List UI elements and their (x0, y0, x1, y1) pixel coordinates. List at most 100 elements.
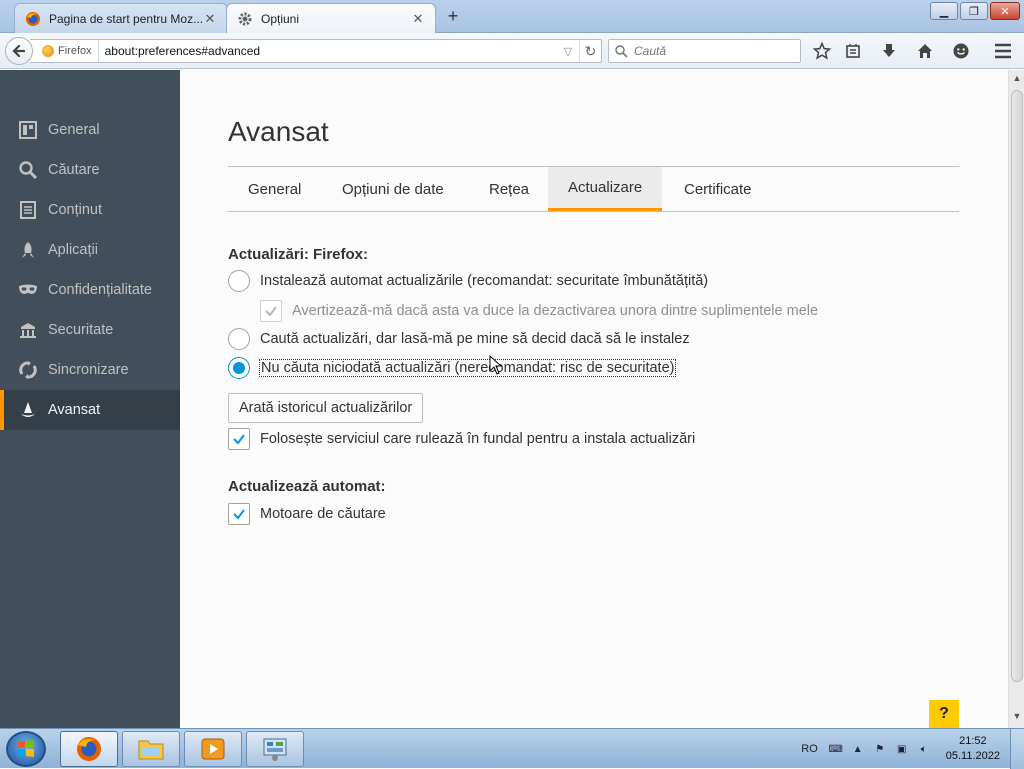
radio-check-but-ask[interactable]: Caută actualizări, dar lasă-mă pe mine s… (228, 328, 690, 350)
sidebar-item-applications[interactable]: Aplicații (0, 230, 180, 270)
taskbar-media-player[interactable] (184, 731, 242, 767)
checkbox-warn-addons[interactable]: Avertizează-mă dacă asta va duce la deza… (260, 300, 818, 322)
tab-mozilla-start[interactable]: Pagina de start pentru Moz... ✕ (14, 3, 228, 33)
checkmark-icon (233, 434, 245, 445)
tab-certificates[interactable]: Certificate (664, 167, 772, 211)
help-button[interactable]: ? (929, 700, 959, 728)
tab-general[interactable]: General (228, 167, 321, 211)
checkbox[interactable] (228, 428, 250, 450)
network-icon[interactable]: ▣ (894, 741, 910, 757)
checkbox-background-service[interactable]: Folosește serviciul care rulează în fund… (228, 428, 695, 450)
sidebar-item-privacy[interactable]: Confidențialitate (0, 270, 180, 310)
option-label: Instalează automat actualizările (recoma… (260, 273, 709, 289)
updates-group-title: Actualizări: Firefox: (228, 246, 369, 263)
hamburger-menu-icon[interactable] (993, 41, 1013, 61)
close-icon[interactable]: ✕ (203, 11, 217, 26)
search-input[interactable] (634, 44, 794, 58)
close-icon[interactable]: ✕ (411, 11, 425, 26)
show-update-history-button[interactable]: Arată istoricul actualizărilor (228, 393, 424, 423)
minimize-button[interactable]: ▁ (930, 2, 958, 20)
tab-label: Rețea (489, 180, 530, 198)
taskbar-firefox[interactable] (60, 731, 118, 767)
language-indicator[interactable]: RO (801, 743, 818, 755)
general-icon (18, 120, 38, 140)
content-icon (18, 200, 38, 220)
option-label: Nu căuta niciodată actualizări (nerecoma… (258, 359, 677, 377)
reload-icon[interactable]: ↻ (579, 40, 601, 62)
download-icon[interactable] (879, 41, 899, 61)
option-label: Caută actualizări, dar lasă-mă pe mine s… (260, 331, 690, 347)
sidebar-item-label: Aplicații (48, 242, 98, 258)
sidebar-item-label: Securitate (48, 322, 114, 338)
scrollbar-thumb[interactable] (1011, 90, 1023, 682)
windows-taskbar: RO ⌨ ▲ ⚑ ▣ 🔈︎ 21:52 05.11.2022 (0, 728, 1024, 769)
sidebar-item-search[interactable]: Căutare (0, 150, 180, 190)
folder-icon (138, 740, 164, 760)
start-button[interactable] (6, 731, 46, 767)
firefox-icon (25, 11, 41, 27)
tab-label: Certificate (684, 180, 752, 198)
sidebar-item-general[interactable]: General (0, 110, 180, 150)
sidebar-item-label: General (48, 122, 100, 138)
sidebar-item-label: Sincronizare (48, 362, 129, 378)
new-tab-button[interactable]: + (444, 6, 462, 26)
clock[interactable]: 21:52 05.11.2022 (946, 734, 1000, 764)
checkbox[interactable] (260, 300, 282, 322)
sidebar-item-sync[interactable]: Sincronizare (0, 350, 180, 390)
back-button[interactable] (5, 37, 33, 65)
search-icon (18, 160, 38, 180)
scroll-down-icon[interactable]: ▼ (1011, 711, 1023, 725)
home-icon[interactable] (915, 41, 935, 61)
url-bar[interactable]: Firefox about:preferences#advanced ▽ ↻ (30, 39, 602, 63)
control-panel-icon (263, 738, 287, 761)
tab-data-choices[interactable]: Opțiuni de date (322, 167, 464, 211)
window-close-button[interactable]: ✕ (990, 2, 1020, 20)
checkmark-icon (233, 509, 245, 520)
show-desktop-button[interactable] (1010, 729, 1024, 769)
identity-box[interactable]: Firefox (34, 40, 99, 62)
tab-label: General (248, 180, 302, 198)
checkbox-search-engines[interactable]: Motoare de căutare (228, 503, 386, 525)
volume-icon[interactable]: 🔈︎ (916, 741, 932, 757)
action-center-flag-icon[interactable]: ⚑ (872, 741, 888, 757)
tab-strip: Pagina de start pentru Moz... ✕ Opțiuni … (0, 0, 1024, 33)
window-controls: ▁ ❐ ✕ (930, 2, 1020, 20)
radio-auto-install[interactable]: Instalează automat actualizările (recoma… (228, 270, 708, 292)
sidebar-item-content[interactable]: Conținut (0, 190, 180, 230)
tab-label: Actualizare (568, 179, 643, 196)
tab-options[interactable]: Opțiuni ✕ (226, 3, 436, 33)
radio-button[interactable] (228, 270, 250, 292)
url-text[interactable]: about:preferences#advanced (99, 44, 557, 58)
applications-icon (18, 240, 38, 260)
option-label: Motoare de căutare (260, 506, 386, 522)
sidebar-item-label: Confidențialitate (48, 282, 152, 298)
radio-never-check[interactable]: Nu căuta niciodată actualizări (nerecoma… (228, 357, 677, 379)
scroll-up-icon[interactable]: ▲ (1011, 73, 1023, 87)
taskbar-explorer[interactable] (122, 731, 180, 767)
show-hidden-icons-icon[interactable]: ▲ (850, 741, 866, 757)
bookmarks-menu-icon[interactable] (843, 41, 863, 61)
checkbox[interactable] (228, 503, 250, 525)
tab-network[interactable]: Rețea (469, 167, 549, 211)
media-player-icon (201, 738, 225, 760)
navigation-toolbar: Firefox about:preferences#advanced ▽ ↻ (0, 33, 1024, 69)
windows-logo-icon (18, 740, 34, 757)
search-bar[interactable] (608, 39, 801, 63)
taskbar-control-panel[interactable] (246, 731, 304, 767)
keyboard-icon[interactable]: ⌨ (828, 741, 844, 757)
dropdown-arrow-icon[interactable]: ▽ (557, 40, 579, 62)
vertical-scrollbar[interactable]: ▲ ▼ (1008, 70, 1024, 728)
bookmark-star-icon[interactable] (812, 41, 832, 61)
hello-chat-icon[interactable] (951, 41, 971, 61)
sidebar-item-advanced[interactable]: Avansat (0, 390, 180, 430)
gear-icon (237, 11, 253, 27)
sidebar-item-label: Conținut (48, 202, 103, 218)
radio-button[interactable] (228, 328, 250, 350)
tab-update[interactable]: Actualizare (548, 167, 663, 211)
sidebar-item-security[interactable]: Securitate (0, 310, 180, 350)
radio-button-selected[interactable] (228, 357, 250, 379)
restore-button[interactable]: ❐ (960, 2, 988, 20)
tab-label: Opțiuni (261, 11, 300, 26)
tab-label: Opțiuni de date (342, 180, 444, 198)
mouse-cursor-icon (489, 355, 503, 375)
